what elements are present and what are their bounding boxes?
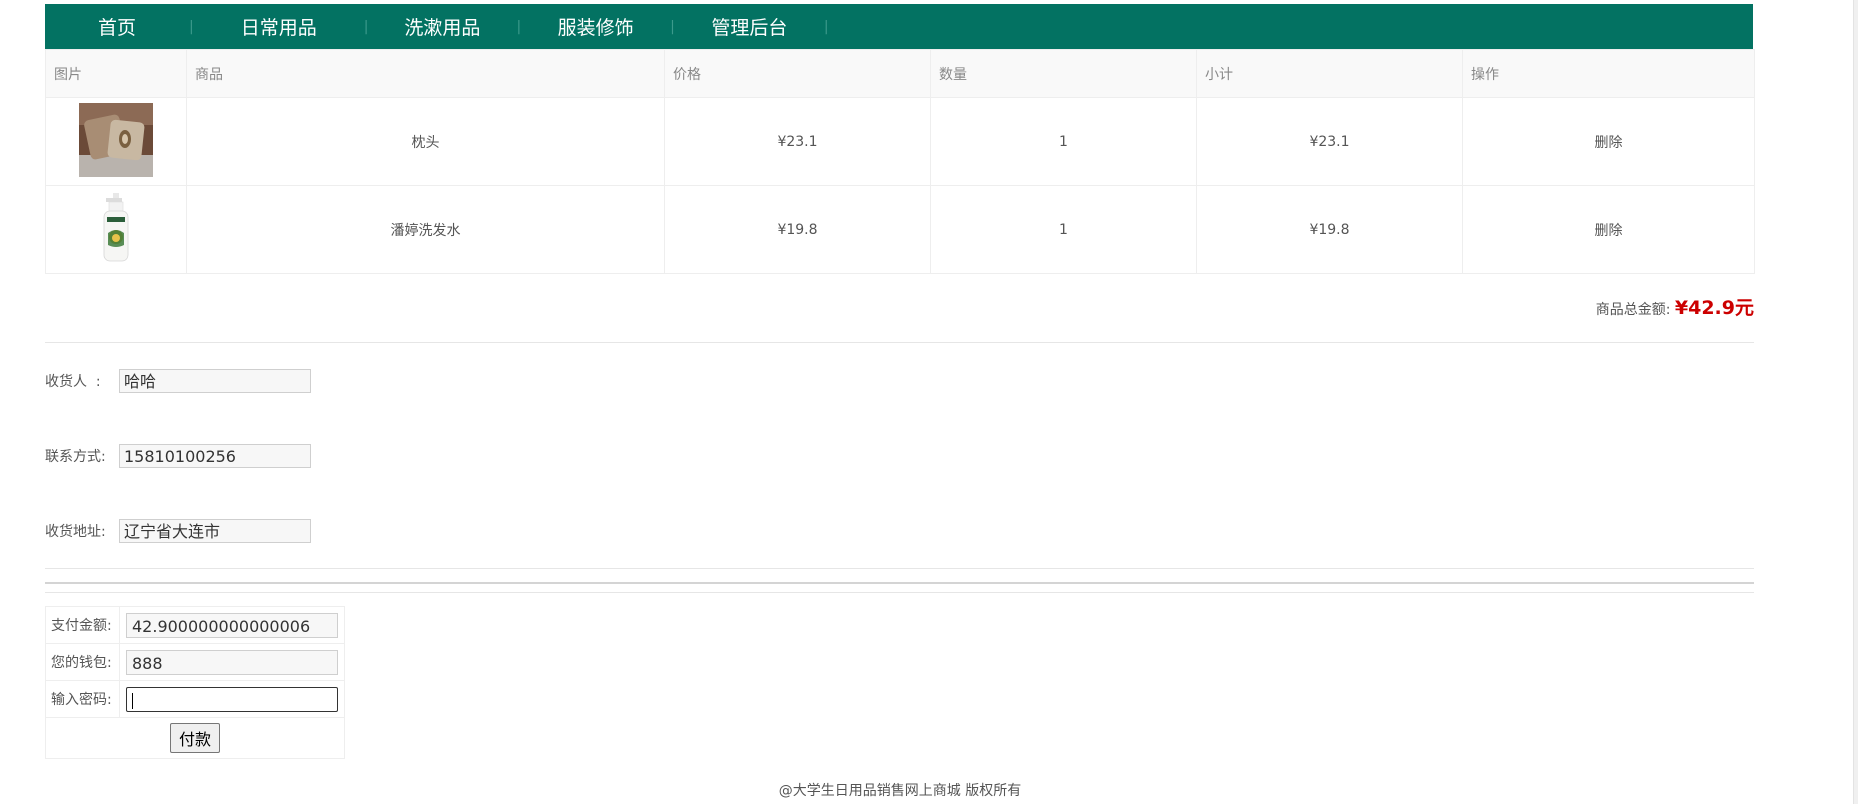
wallet-field[interactable]: 888 [126,649,338,675]
nav-link-home[interactable]: 首页 [45,13,189,40]
cart-row: 枕头 ¥23.1 1 ¥23.1 删除 [45,97,1755,186]
top-navbar: 首页 | 日常用品 | 洗漱用品 | 服装修饰 | 管理后台 | [45,4,1753,49]
pay-button[interactable]: 付款 [169,723,220,753]
delete-link[interactable]: 删除 [1462,185,1755,274]
total-amount: ¥42.9元 [1674,297,1754,319]
payment-amount-label: 支付金额: [45,606,120,644]
nav-link-clothing[interactable]: 服装修饰 [521,13,670,40]
recipient-input[interactable]: 哈哈 [119,369,311,393]
nav-link-admin[interactable]: 管理后台 [675,13,824,40]
divider [45,342,1754,343]
product-name[interactable]: 潘婷洗发水 [186,185,665,274]
password-row: 输入密码: [45,680,345,718]
nav-item-daily[interactable]: 日常用品 | [194,4,369,49]
product-quantity: 1 [930,97,1197,186]
footer-copyright: @大学生日用品销售网上商城 版权所有 [778,783,1022,799]
product-quantity: 1 [930,185,1197,274]
submit-row: 付款 [45,717,345,759]
payment-amount-cell: 42.900000000000006 [119,606,345,644]
password-input[interactable] [126,686,338,712]
text-caret [132,693,133,709]
product-name[interactable]: 枕头 [186,97,665,186]
cart-header-row: 图片 商品 价格 数量 小计 操作 [45,49,1755,98]
header-quantity: 数量 [930,49,1197,98]
product-price: ¥19.8 [664,185,931,274]
nav-link-daily[interactable]: 日常用品 [194,13,364,40]
product-subtotal: ¥23.1 [1196,97,1463,186]
nav-item-clothing[interactable]: 服装修饰 | [521,4,675,49]
nav-item-home[interactable]: 首页 | [45,4,194,49]
contact-row: 联系方式: 15810100256 [45,444,311,468]
divider [45,582,1754,584]
address-row: 收货地址: 辽宁省大连市 [45,519,311,543]
divider [45,592,1754,593]
divider [45,568,1754,569]
cart-row: 潘婷洗发水 ¥19.8 1 ¥19.8 删除 [45,185,1755,274]
product-price: ¥23.1 [664,97,931,186]
recipient-row: 收货人 : 哈哈 [45,369,311,393]
submit-cell: 付款 [45,717,345,759]
nav-link-toiletries[interactable]: 洗漱用品 [368,13,516,40]
vertical-scrollbar[interactable] [1853,0,1858,804]
contact-input[interactable]: 15810100256 [119,444,311,468]
header-action: 操作 [1462,49,1755,98]
pillow-image [79,102,153,181]
payment-table: 支付金额: 42.900000000000006 您的钱包: 888 输入密码:… [45,606,345,759]
cart-table: 图片 商品 价格 数量 小计 操作 枕头 ¥23.1 1 ¥23.1 删除 潘婷… [45,49,1755,274]
contact-label: 联系方式: [45,449,106,465]
product-subtotal: ¥19.8 [1196,185,1463,274]
payment-amount-field[interactable]: 42.900000000000006 [126,612,338,638]
shampoo-bottle-image [96,192,136,267]
nav-separator: | [823,18,829,35]
header-price: 价格 [664,49,931,98]
wallet-cell: 888 [119,643,345,681]
header-subtotal: 小计 [1196,49,1463,98]
product-image-cell [45,97,187,186]
delete-link[interactable]: 删除 [1462,97,1755,186]
payment-amount-row: 支付金额: 42.900000000000006 [45,606,345,644]
header-product: 商品 [186,49,665,98]
password-label: 输入密码: [45,680,120,718]
header-image: 图片 [45,49,187,98]
address-input[interactable]: 辽宁省大连市 [119,519,311,543]
product-image-cell [45,185,187,274]
recipient-label: 收货人 : [45,374,101,390]
nav-item-admin[interactable]: 管理后台 | [675,4,829,49]
nav-item-toiletries[interactable]: 洗漱用品 | [368,4,521,49]
total-label: 商品总金额: [1595,302,1671,318]
password-cell [119,680,345,718]
cart-total: 商品总金额: ¥42.9元 [1596,293,1754,320]
address-label: 收货地址: [45,524,106,540]
wallet-row: 您的钱包: 888 [45,643,345,681]
wallet-label: 您的钱包: [45,643,120,681]
